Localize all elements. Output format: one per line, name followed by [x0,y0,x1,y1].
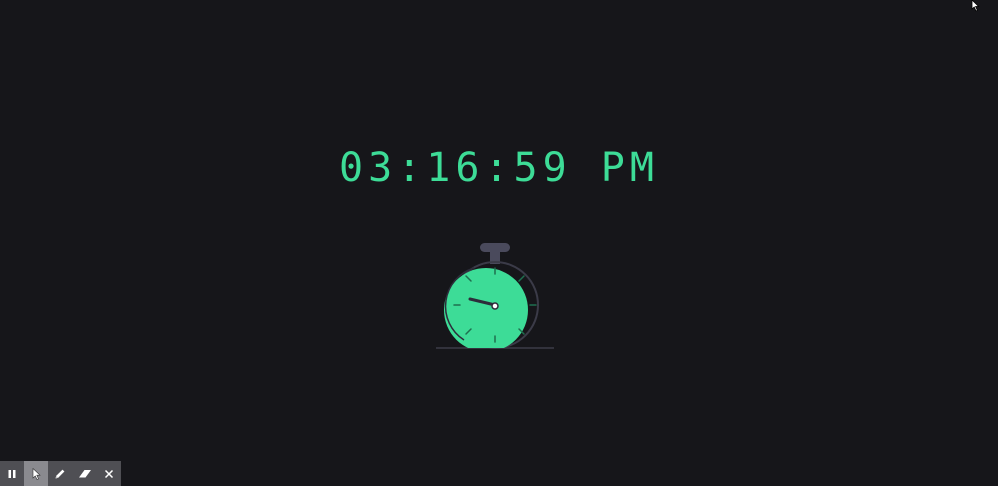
close-toolbar-button[interactable] [97,461,121,486]
clock-time-display: 03:16:59 PM [339,145,659,191]
pointer-icon [32,467,41,480]
stopwatch-illustration [436,243,554,349]
pause-icon [8,469,16,478]
eraser-icon [78,469,91,477]
app-canvas: 03:16:59 PM [0,0,998,486]
drawing-toolbar [0,461,121,486]
stopwatch-pivot [491,302,499,310]
mouse-pointer-icon [971,0,980,12]
pointer-tool-button[interactable] [24,461,49,486]
pencil-tool-button[interactable] [48,461,72,486]
stopwatch-face [444,268,528,348]
eraser-tool-button[interactable] [73,461,97,486]
pause-button[interactable] [0,461,24,486]
stopwatch-crown [480,243,510,252]
pencil-icon [55,469,65,478]
close-icon [104,469,113,478]
